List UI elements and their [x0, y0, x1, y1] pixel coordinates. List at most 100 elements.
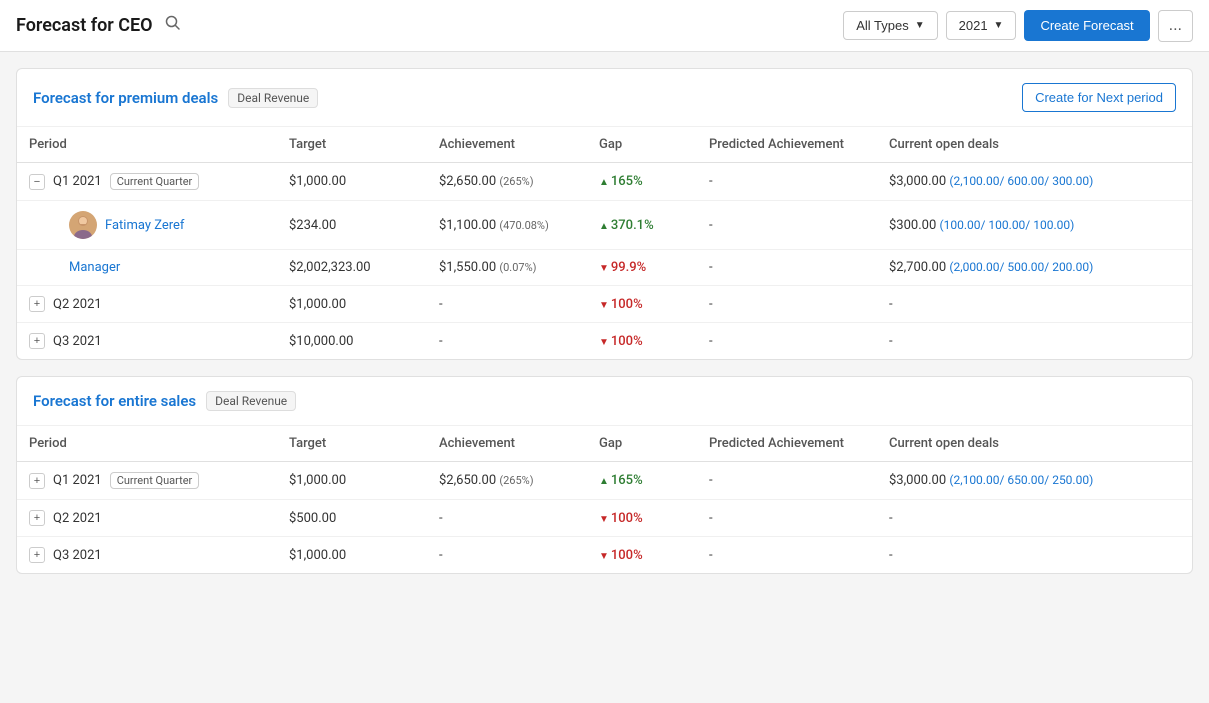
current-quarter-badge: Current Quarter	[110, 472, 200, 489]
avatar	[69, 211, 97, 239]
gap-cell: 370.1%	[587, 201, 697, 250]
more-options-button[interactable]: ...	[1158, 10, 1193, 42]
top-bar: Forecast for CEO All Types ▼ 2021 ▼ Crea…	[0, 0, 1209, 52]
person-link[interactable]: Fatimay Zeref	[105, 218, 184, 233]
achievement-cell: -	[427, 286, 587, 323]
gap-cell: 100%	[587, 537, 697, 574]
table-row: Fatimay Zeref $234.00 $1,100.00 (470.08%…	[17, 201, 1192, 250]
gap-cell: 100%	[587, 500, 697, 537]
all-types-dropdown[interactable]: All Types ▼	[843, 11, 937, 40]
open-deals-cell: -	[877, 500, 1192, 537]
predicted-cell: -	[697, 250, 877, 286]
expand-button[interactable]: +	[29, 473, 45, 489]
expand-button[interactable]: +	[29, 333, 45, 349]
open-deals-cell: -	[877, 286, 1192, 323]
chevron-down-icon: ▼	[994, 20, 1004, 31]
card-header-premium: Forecast for premium deals Deal Revenue …	[17, 69, 1192, 127]
period-label: Q2 2021	[53, 297, 102, 312]
target-cell: $1,000.00	[277, 462, 427, 500]
period-cell: + Q2 2021	[17, 500, 277, 537]
col-period: Period	[17, 426, 277, 462]
top-bar-right: All Types ▼ 2021 ▼ Create Forecast ...	[843, 10, 1193, 42]
period-label: Q1 2021	[53, 473, 102, 488]
achievement-cell: $1,100.00 (470.08%)	[427, 201, 587, 250]
table-header-row: Period Target Achievement Gap Predicted …	[17, 127, 1192, 163]
predicted-cell: -	[697, 163, 877, 201]
gap-cell: 99.9%	[587, 250, 697, 286]
forecast-card-premium: Forecast for premium deals Deal Revenue …	[16, 68, 1193, 360]
deal-revenue-badge-premium: Deal Revenue	[228, 88, 318, 108]
period-cell-person: Fatimay Zeref	[17, 201, 277, 250]
col-period: Period	[17, 127, 277, 163]
expand-button[interactable]: +	[29, 547, 45, 563]
col-open-deals: Current open deals	[877, 426, 1192, 462]
col-gap: Gap	[587, 127, 697, 163]
achievement-cell: $2,650.00 (265%)	[427, 163, 587, 201]
create-next-period-button[interactable]: Create for Next period	[1022, 83, 1176, 112]
table-row: + Q2 2021 $1,000.00 - 100% - -	[17, 286, 1192, 323]
period-cell: + Q1 2021 Current Quarter	[17, 462, 277, 500]
open-deals-cell: -	[877, 323, 1192, 360]
create-forecast-button[interactable]: Create Forecast	[1024, 10, 1149, 41]
period-label: Q1 2021	[53, 174, 102, 189]
card-header-left: Forecast for premium deals Deal Revenue	[33, 88, 318, 108]
table-row: − Q1 2021 Current Quarter $1,000.00 $2,6…	[17, 163, 1192, 201]
period-cell: + Q3 2021	[17, 323, 277, 360]
target-cell: $2,002,323.00	[277, 250, 427, 286]
open-deals-cell: $300.00 (100.00/ 100.00/ 100.00)	[877, 201, 1192, 250]
achievement-cell: $2,650.00 (265%)	[427, 462, 587, 500]
table-header-row: Period Target Achievement Gap Predicted …	[17, 426, 1192, 462]
col-open-deals: Current open deals	[877, 127, 1192, 163]
forecast-table-entire-sales: Period Target Achievement Gap Predicted …	[17, 426, 1192, 573]
search-icon	[165, 15, 181, 31]
chevron-down-icon: ▼	[915, 20, 925, 31]
card-title-premium: Forecast for premium deals	[33, 89, 218, 107]
open-deals-cell: -	[877, 537, 1192, 574]
col-target: Target	[277, 426, 427, 462]
target-cell: $234.00	[277, 201, 427, 250]
top-bar-left: Forecast for CEO	[16, 13, 185, 38]
achievement-cell: -	[427, 537, 587, 574]
predicted-cell: -	[697, 201, 877, 250]
expand-button[interactable]: +	[29, 510, 45, 526]
predicted-cell: -	[697, 537, 877, 574]
col-gap: Gap	[587, 426, 697, 462]
predicted-cell: -	[697, 462, 877, 500]
period-label: Q3 2021	[53, 334, 102, 349]
table-row: + Q2 2021 $500.00 - 100% - -	[17, 500, 1192, 537]
gap-cell: 165%	[587, 462, 697, 500]
predicted-cell: -	[697, 500, 877, 537]
deal-revenue-badge-entire-sales: Deal Revenue	[206, 391, 296, 411]
col-predicted: Predicted Achievement	[697, 127, 877, 163]
col-achievement: Achievement	[427, 426, 587, 462]
target-cell: $1,000.00	[277, 537, 427, 574]
achievement-cell: $1,550.00 (0.07%)	[427, 250, 587, 286]
year-dropdown[interactable]: 2021 ▼	[946, 11, 1017, 40]
search-button[interactable]	[161, 13, 185, 38]
expand-button[interactable]: +	[29, 296, 45, 312]
current-quarter-badge: Current Quarter	[110, 173, 200, 190]
col-target: Target	[277, 127, 427, 163]
forecast-card-entire-sales: Forecast for entire sales Deal Revenue P…	[16, 376, 1193, 574]
page-title: Forecast for CEO	[16, 15, 153, 36]
open-deals-cell: $3,000.00 (2,100.00/ 600.00/ 300.00)	[877, 163, 1192, 201]
gap-cell: 100%	[587, 286, 697, 323]
main-content: Forecast for premium deals Deal Revenue …	[0, 52, 1209, 590]
table-row: + Q1 2021 Current Quarter $1,000.00 $2,6…	[17, 462, 1192, 500]
card-title-entire-sales: Forecast for entire sales	[33, 392, 196, 410]
col-achievement: Achievement	[427, 127, 587, 163]
gap-cell: 165%	[587, 163, 697, 201]
manager-link[interactable]: Manager	[69, 260, 120, 275]
table-row: + Q3 2021 $10,000.00 - 100% - -	[17, 323, 1192, 360]
period-label: Q3 2021	[53, 548, 102, 563]
achievement-cell: -	[427, 500, 587, 537]
target-cell: $1,000.00	[277, 286, 427, 323]
table-row: + Q3 2021 $1,000.00 - 100% - -	[17, 537, 1192, 574]
gap-cell: 100%	[587, 323, 697, 360]
target-cell: $10,000.00	[277, 323, 427, 360]
predicted-cell: -	[697, 323, 877, 360]
collapse-button[interactable]: −	[29, 174, 45, 190]
table-row: Manager $2,002,323.00 $1,550.00 (0.07%) …	[17, 250, 1192, 286]
open-deals-cell: $3,000.00 (2,100.00/ 650.00/ 250.00)	[877, 462, 1192, 500]
open-deals-cell: $2,700.00 (2,000.00/ 500.00/ 200.00)	[877, 250, 1192, 286]
